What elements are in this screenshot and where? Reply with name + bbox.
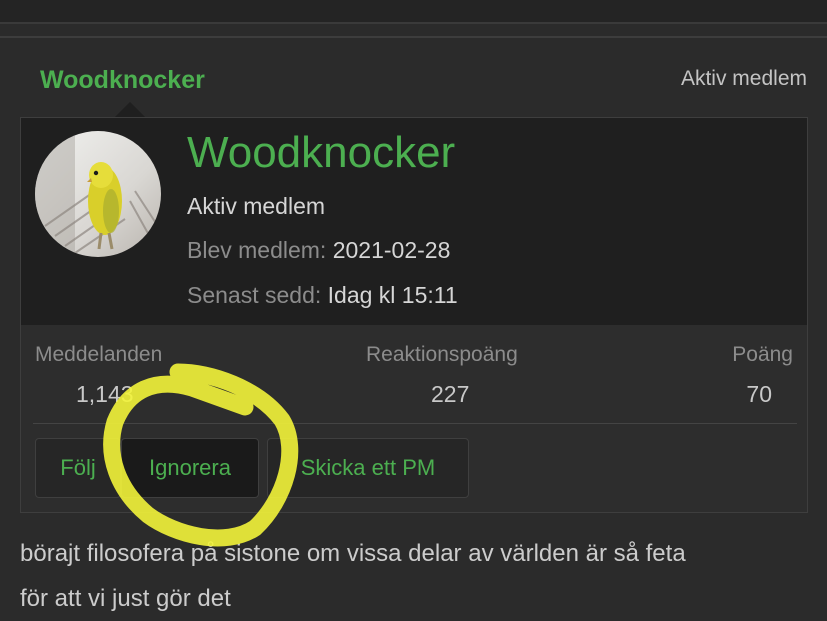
reactions-label: Reaktionspoäng [366, 343, 518, 366]
section-divider [0, 36, 827, 38]
member-name[interactable]: Woodknocker [187, 128, 455, 178]
send-pm-button[interactable]: Skicka ett PM [267, 438, 469, 498]
reactions-value[interactable]: 227 [431, 381, 469, 408]
messages-label: Meddelanden [35, 343, 163, 366]
last-seen-label: Senast sedd: [187, 282, 322, 308]
parakeet-avatar-icon [35, 131, 161, 257]
joined-row: Blev medlem: 2021-02-28 [187, 237, 450, 264]
follow-button[interactable]: Följ [35, 438, 121, 498]
joined-value: 2021-02-28 [332, 237, 451, 263]
points-label: Poäng [732, 343, 793, 366]
top-bar [0, 0, 827, 22]
member-avatar[interactable] [35, 131, 161, 257]
post-author-name[interactable]: Woodknocker [40, 66, 205, 95]
stats-divider [33, 423, 797, 424]
post-line-1: börajt filosofera på sistone om vissa de… [20, 540, 686, 567]
messages-value[interactable]: 1,143 [76, 381, 134, 408]
top-divider [0, 22, 827, 24]
member-card-header: Woodknocker Aktiv medlem Blev medlem: 20… [21, 118, 807, 325]
post-body: börajt filosofera på sistone om vissa de… [20, 531, 820, 621]
points-value[interactable]: 70 [746, 381, 772, 408]
last-seen-row: Senast sedd: Idag kl 15:11 [187, 282, 458, 309]
member-role: Aktiv medlem [187, 193, 326, 219]
post-line-2: för att vi just gör det [20, 585, 231, 612]
ignore-button[interactable]: Ignorera [121, 438, 259, 498]
joined-label: Blev medlem: [187, 237, 327, 263]
member-tooltip-card: Woodknocker Aktiv medlem Blev medlem: 20… [20, 117, 808, 513]
last-seen-value: Idag kl 15:11 [327, 282, 458, 308]
post-author-role: Aktiv medlem [680, 67, 807, 90]
